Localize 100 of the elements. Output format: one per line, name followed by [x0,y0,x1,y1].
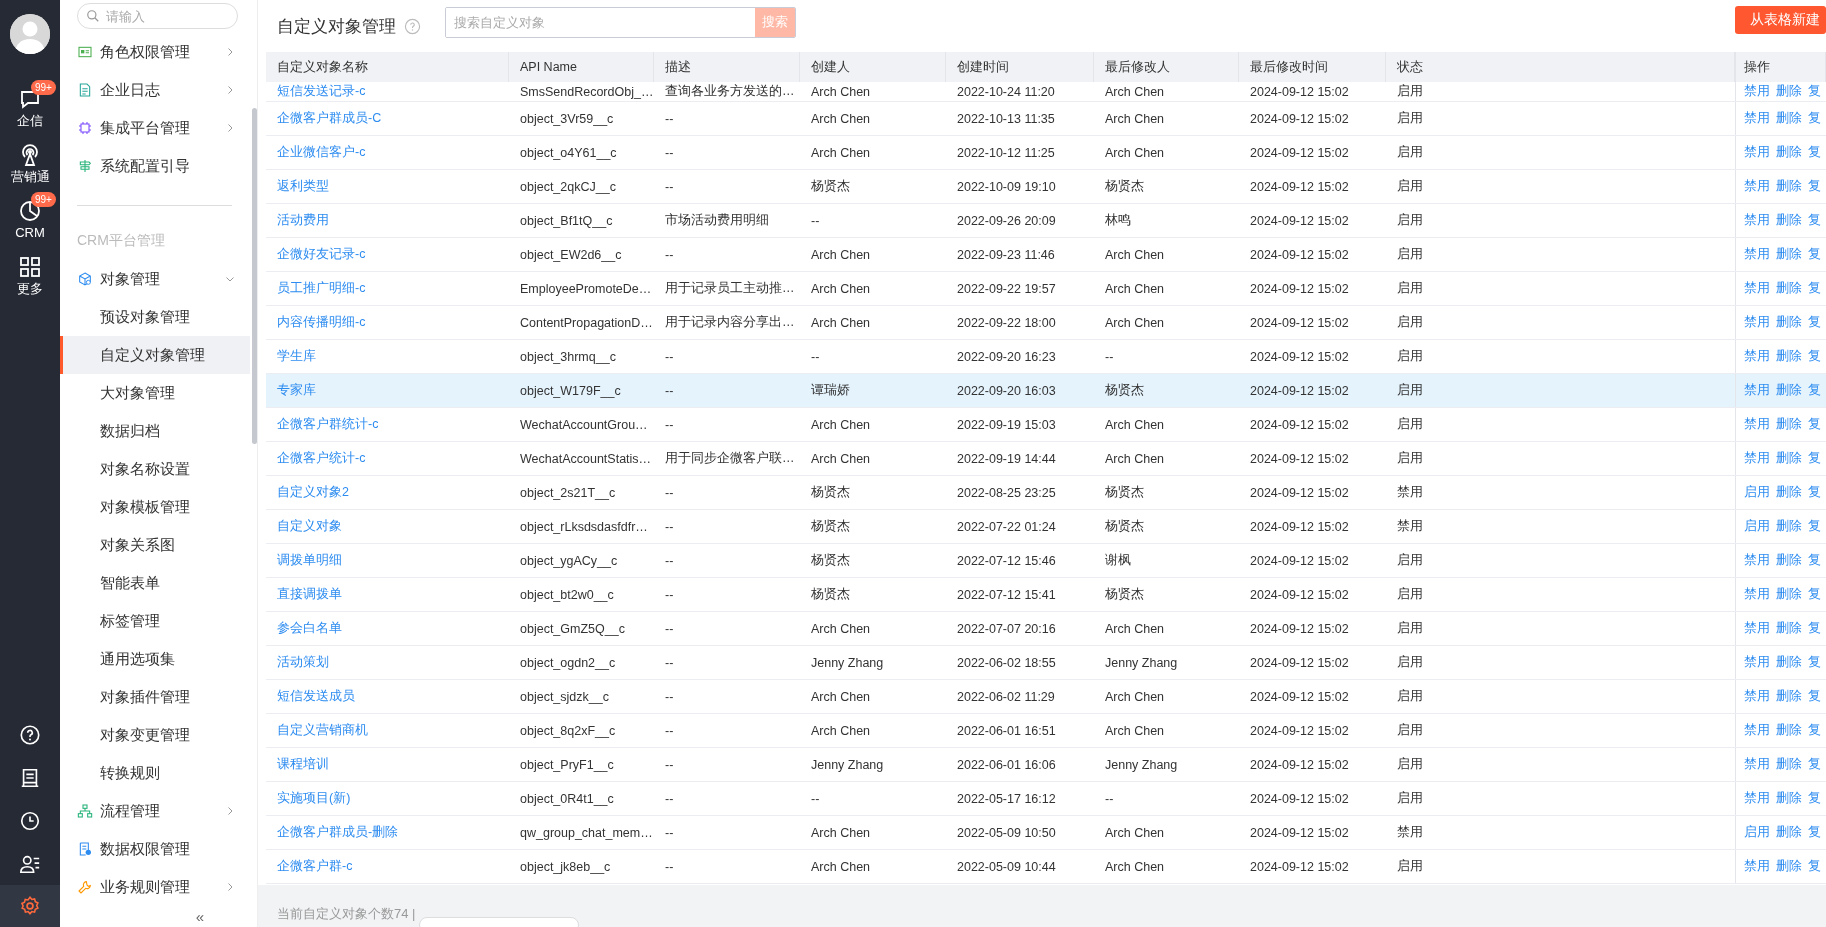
object-name-link[interactable]: 内容传播明细-c [277,314,366,331]
nav-item[interactable]: CRM 99+ [0,192,60,248]
object-name-link[interactable]: 活动费用 [277,212,329,229]
object-name-link[interactable]: 员工推广明细-c [277,280,366,297]
toggle-status-link[interactable]: 禁用 [1744,586,1770,603]
object-name-link[interactable]: 自定义营销商机 [277,722,368,739]
sidebar-subitem[interactable]: 转换规则 [60,754,250,792]
object-name-link[interactable]: 返利类型 [277,178,329,195]
sidebar-subitem[interactable]: 对象插件管理 [60,678,250,716]
sidebar-subitem[interactable]: 数据归档 [60,412,250,450]
copy-link[interactable]: 复 [1808,280,1821,297]
object-name-link[interactable]: 企微客户群成员-C [277,110,382,127]
copy-link[interactable]: 复 [1808,314,1821,331]
copy-link[interactable]: 复 [1808,110,1821,127]
table-row[interactable]: 短信发送记录-c SmsSendRecordObj_… 查询各业务方发送的… Arch Chen 2022-10-24 11:20 Arch Chen 2024-09-12 15:02 启用 禁用 删除 复 [266,82,1826,102]
delete-link[interactable]: 删除 [1776,450,1802,467]
create-from-table-button[interactable]: 从表格新建 [1735,6,1826,34]
table-row[interactable]: 企微客户统计-c WechatAccountStatis… 用于同步企微客户联… Arch Chen 2022-09-19 14:44 Arch Chen 2024-09-12 15:02 启用 禁用 删除 复 [266,442,1826,476]
toggle-status-link[interactable]: 启用 [1744,484,1770,501]
delete-link[interactable]: 删除 [1776,518,1802,535]
toggle-status-link[interactable]: 禁用 [1744,654,1770,671]
sidebar-item[interactable]: 系统配置引导 [60,147,250,185]
sidebar-subitem[interactable]: 自定义对象管理 [60,336,250,374]
delete-link[interactable]: 删除 [1776,756,1802,773]
table-row[interactable]: 活动费用 object_Bf1tQ__c 市场活动费用明细 -- 2022-09-26 20:09 林鸣 2024-09-12 15:02 启用 禁用 删除 复 [266,204,1826,238]
toggle-status-link[interactable]: 禁用 [1744,280,1770,297]
table-row[interactable]: 企业微信客户-c object_o4Y61__c -- Arch Chen 2022-10-12 11:25 Arch Chen 2024-09-12 15:02 启用 禁用 删除 复 [266,136,1826,170]
copy-link[interactable]: 复 [1808,484,1821,501]
copy-link[interactable]: 复 [1808,654,1821,671]
object-name-link[interactable]: 企微客户群成员-删除 [277,824,399,841]
object-name-link[interactable]: 企微好友记录-c [277,246,366,263]
table-row[interactable]: 返利类型 object_2qkCJ__c -- 杨贤杰 2022-10-09 19:10 杨贤杰 2024-09-12 15:02 启用 禁用 删除 复 [266,170,1826,204]
toggle-status-link[interactable]: 启用 [1744,518,1770,535]
table-row[interactable]: 自定义营销商机 object_8q2xF__c -- Arch Chen 2022-06-01 16:51 Arch Chen 2024-09-12 15:02 启用 禁用 删除 复 [266,714,1826,748]
toggle-status-link[interactable]: 禁用 [1744,858,1770,875]
table-row[interactable]: 自定义对象2 object_2s21T__c -- 杨贤杰 2022-08-25 23:25 杨贤杰 2024-09-12 15:02 禁用 启用 删除 复 [266,476,1826,510]
table-row[interactable]: 企微客户群统计-c WechatAccountGrou… -- Arch Chen 2022-09-19 15:03 Arch Chen 2024-09-12 15:02 启用 禁用 删除 复 [266,408,1826,442]
sidebar-item[interactable]: 对象管理 [60,260,250,298]
sidebar-subitem[interactable]: 智能表单 [60,564,250,602]
table-row[interactable]: 内容传播明细-c ContentPropagationD… 用于记录内容分享出… Arch Chen 2022-09-22 18:00 Arch Chen 2024-09-12 15:02 启用 禁用 删除 复 [266,306,1826,340]
copy-link[interactable]: 复 [1808,790,1821,807]
delete-link[interactable]: 删除 [1776,824,1802,841]
table-row[interactable]: 企微客户群成员-C object_3Vr59__c -- Arch Chen 2022-10-13 11:35 Arch Chen 2024-09-12 15:02 启用 禁用 删除 复 [266,102,1826,136]
copy-link[interactable]: 复 [1808,858,1821,875]
toggle-status-link[interactable]: 禁用 [1744,620,1770,637]
scrollbar-thumb[interactable] [252,108,257,444]
copy-link[interactable]: 复 [1808,552,1821,569]
copy-link[interactable]: 复 [1808,620,1821,637]
toggle-status-link[interactable]: 禁用 [1744,348,1770,365]
object-name-link[interactable]: 课程培训 [277,756,329,773]
delete-link[interactable]: 删除 [1776,280,1802,297]
object-name-link[interactable]: 短信发送成员 [277,688,355,705]
copy-link[interactable]: 复 [1808,824,1821,841]
delete-link[interactable]: 删除 [1776,790,1802,807]
table-row[interactable]: 参会白名单 object_GmZ5Q__c -- Arch Chen 2022-07-07 20:16 Arch Chen 2024-09-12 15:02 启用 禁用 删除 复 [266,612,1826,646]
delete-link[interactable]: 删除 [1776,246,1802,263]
delete-link[interactable]: 删除 [1776,858,1802,875]
object-name-link[interactable]: 自定义对象2 [277,484,349,501]
sidebar-subitem[interactable]: 对象变更管理 [60,716,250,754]
delete-link[interactable]: 删除 [1776,722,1802,739]
object-name-link[interactable]: 企业微信客户-c [277,144,366,161]
nav-item[interactable]: 营销通 [0,136,60,192]
sidebar-subitem[interactable]: 大对象管理 [60,374,250,412]
toggle-status-link[interactable]: 禁用 [1744,688,1770,705]
copy-link[interactable]: 复 [1808,83,1821,100]
toggle-status-link[interactable]: 禁用 [1744,450,1770,467]
object-name-link[interactable]: 调拨单明细 [277,552,342,569]
table-row[interactable]: 短信发送成员 object_sjdzk__c -- Arch Chen 2022-06-02 11:29 Arch Chen 2024-09-12 15:02 启用 禁用 删除 复 [266,680,1826,714]
table-row[interactable]: 专家库 object_W179F__c -- 谭瑞娇 2022-09-20 16:03 杨贤杰 2024-09-12 15:02 启用 禁用 删除 复 [266,374,1826,408]
toggle-status-link[interactable]: 禁用 [1744,416,1770,433]
table-row[interactable]: 活动策划 object_ogdn2__c -- Jenny Zhang 2022-06-02 18:55 Jenny Zhang 2024-09-12 15:02 启用 禁用 删除 复 [266,646,1826,680]
sidebar-item[interactable]: 企业日志 [60,71,250,109]
toggle-status-link[interactable]: 禁用 [1744,246,1770,263]
toggle-status-link[interactable]: 禁用 [1744,552,1770,569]
delete-link[interactable]: 删除 [1776,552,1802,569]
toggle-status-link[interactable]: 禁用 [1744,756,1770,773]
delete-link[interactable]: 删除 [1776,416,1802,433]
search-input[interactable]: 请输入 [106,8,226,24]
copy-link[interactable]: 复 [1808,722,1821,739]
copy-link[interactable]: 复 [1808,212,1821,229]
object-name-link[interactable]: 直接调拨单 [277,586,342,603]
delete-link[interactable]: 删除 [1776,382,1802,399]
toggle-status-link[interactable]: 禁用 [1744,314,1770,331]
table-row[interactable]: 自定义对象 object_rLksdsdasfdfr… -- 杨贤杰 2022-07-22 01:24 杨贤杰 2024-09-12 15:02 禁用 启用 删除 复 [266,510,1826,544]
copy-link[interactable]: 复 [1808,688,1821,705]
delete-link[interactable]: 删除 [1776,144,1802,161]
object-name-link[interactable]: 专家库 [277,382,316,399]
delete-link[interactable]: 删除 [1776,688,1802,705]
nav-item[interactable]: 企信 99+ [0,80,60,136]
toggle-status-link[interactable]: 禁用 [1744,110,1770,127]
toggle-status-link[interactable]: 禁用 [1744,790,1770,807]
object-name-link[interactable]: 学生库 [277,348,316,365]
table-row[interactable]: 企微好友记录-c object_EW2d6__c -- Arch Chen 2022-09-23 11:46 Arch Chen 2024-09-12 15:02 启用 禁用 删除 复 [266,238,1826,272]
table-row[interactable]: 企微客户群成员-删除 qw_group_chat_mem… -- Arch Chen 2022-05-09 10:50 Arch Chen 2024-09-12 15:02 禁用 启用 删除 复 [266,816,1826,850]
object-name-link[interactable]: 活动策划 [277,654,329,671]
copy-link[interactable]: 复 [1808,144,1821,161]
table-row[interactable]: 课程培训 object_PryF1__c -- Jenny Zhang 2022-06-01 16:06 Jenny Zhang 2024-09-12 15:02 启用 禁用 删除 复 [266,748,1826,782]
sidebar-item[interactable]: 流程管理 [60,792,250,830]
sidebar-subitem[interactable]: 标签管理 [60,602,250,640]
table-row[interactable]: 实施项目(新) object_0R4t1__c -- -- 2022-05-17 16:12 -- 2024-09-12 15:02 启用 禁用 删除 复 [266,782,1826,816]
